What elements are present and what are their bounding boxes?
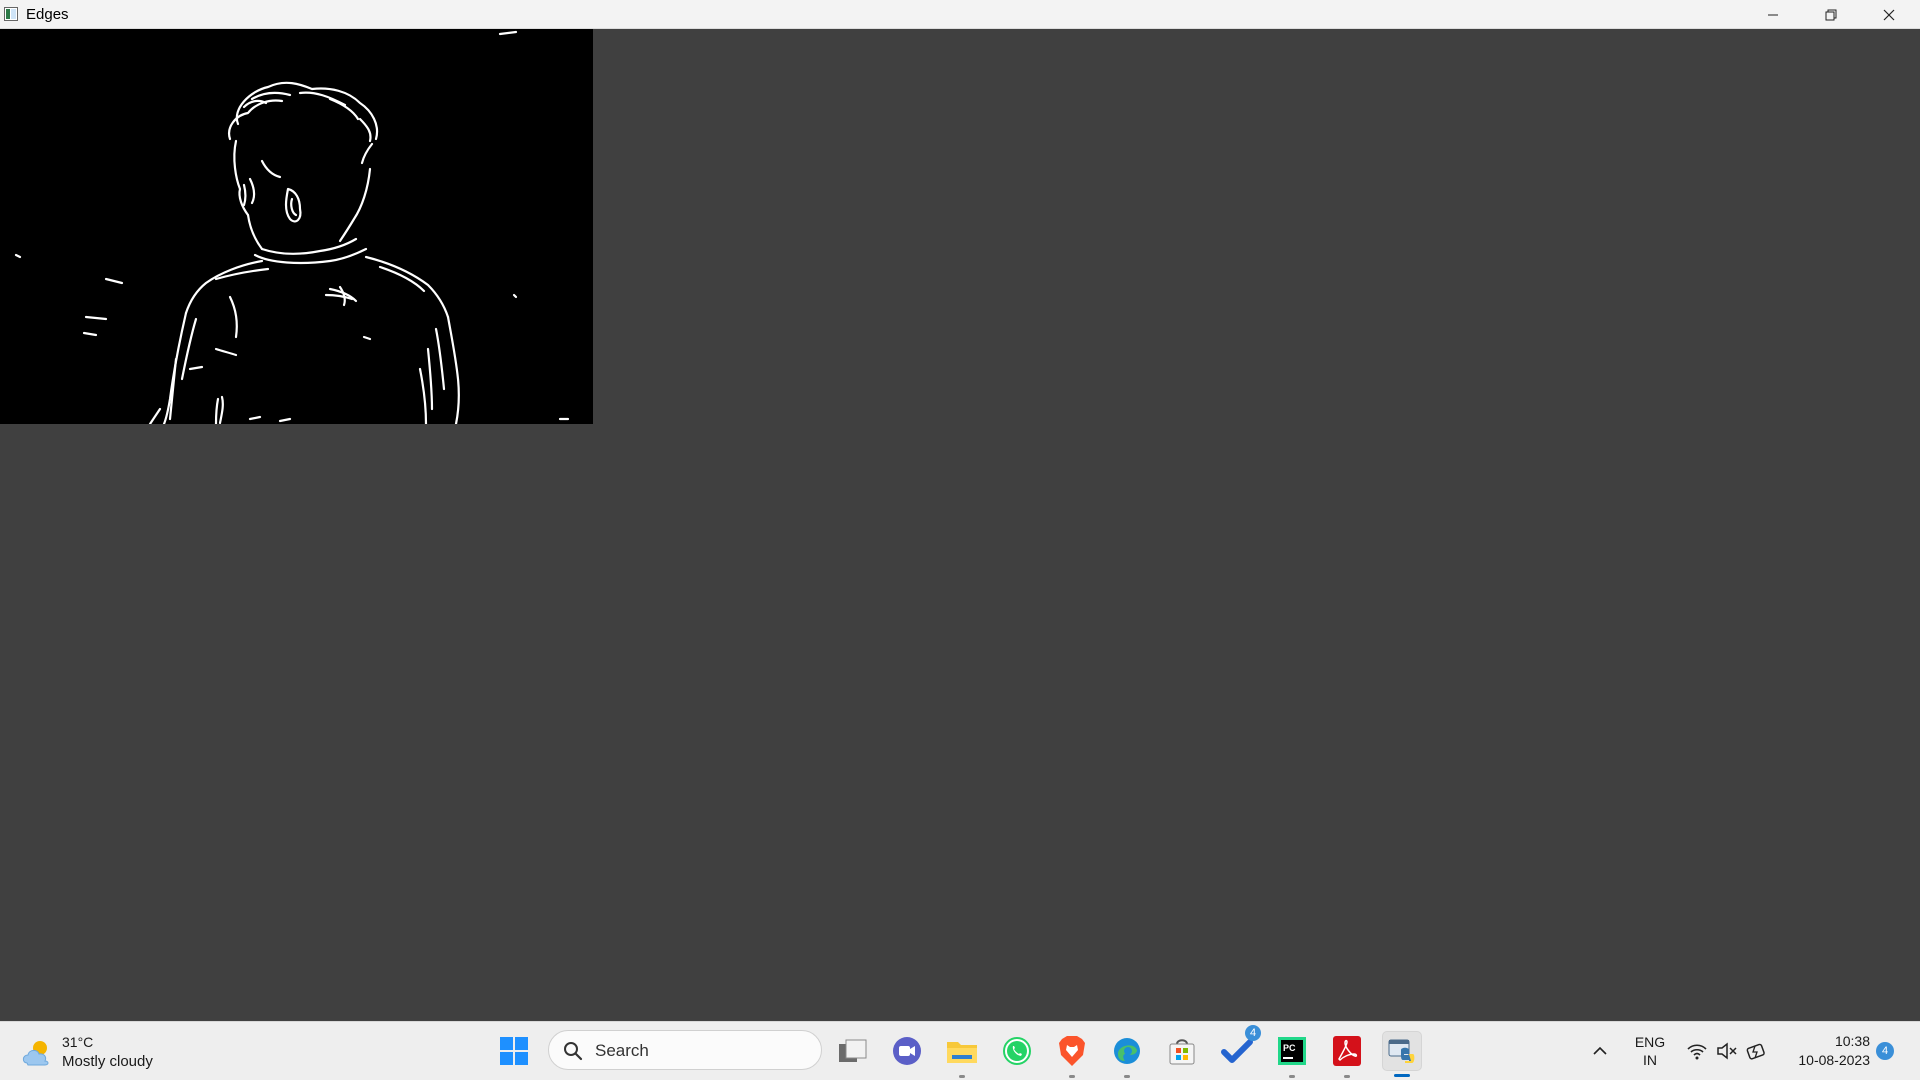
taskbar-microsoft-store[interactable]: [1162, 1031, 1202, 1071]
folder-icon: [947, 1042, 977, 1063]
window-title: Edges: [26, 6, 69, 23]
taskbar-pycharm[interactable]: PC: [1272, 1031, 1312, 1078]
weather-temperature: 31°C: [62, 1034, 94, 1050]
weather-widget[interactable]: 31°C Mostly cloudy: [20, 1030, 153, 1074]
taskbar-search-box[interactable]: Search: [548, 1030, 822, 1070]
pycharm-icon: PC: [1278, 1037, 1306, 1065]
taskbar-python[interactable]: [1382, 1031, 1422, 1077]
minimize-icon: [1768, 14, 1778, 15]
pdf-icon: [1333, 1036, 1361, 1066]
restore-button[interactable]: [1802, 0, 1860, 29]
running-indicator: [1124, 1075, 1130, 1078]
battery-icon[interactable]: [1746, 1040, 1768, 1062]
partly-cloudy-icon: [22, 1041, 49, 1066]
volume-muted-icon[interactable]: [1716, 1041, 1738, 1061]
running-indicator: [1289, 1075, 1295, 1078]
language-indicator[interactable]: ENG IN: [1630, 1033, 1670, 1069]
window-titlebar[interactable]: Edges: [0, 0, 1920, 29]
clock[interactable]: 10:38 10-08-2023: [1780, 1032, 1870, 1070]
windows-start-icon[interactable]: [498, 1035, 530, 1067]
check-icon: [1221, 1039, 1253, 1063]
minimize-button[interactable]: [1744, 0, 1802, 29]
language-line1: ENG: [1634, 1034, 1666, 1050]
python-icon: [1388, 1039, 1415, 1063]
close-icon: [1883, 9, 1895, 20]
taskbar-acrobat[interactable]: [1327, 1031, 1367, 1078]
taskbar-edge[interactable]: [1107, 1031, 1147, 1078]
wifi-icon[interactable]: [1686, 1041, 1708, 1061]
search-label: Search: [595, 1041, 649, 1060]
search-icon: [564, 1042, 583, 1061]
running-indicator: [959, 1075, 965, 1078]
edge-detection-image: [0, 29, 593, 424]
taskbar-brave[interactable]: [1052, 1031, 1092, 1078]
running-indicator: [1069, 1075, 1075, 1078]
svg-text:PC: PC: [1283, 1043, 1296, 1053]
clock-time: 10:38: [1834, 1033, 1870, 1049]
edge-icon: [1114, 1038, 1140, 1064]
taskbar-meet-now[interactable]: [887, 1031, 927, 1071]
clock-date: 10-08-2023: [1798, 1052, 1870, 1068]
notification-badge[interactable]: 4: [1876, 1042, 1894, 1060]
taskbar-whatsapp[interactable]: [997, 1031, 1037, 1071]
running-indicator: [1344, 1075, 1350, 1078]
close-button[interactable]: [1860, 0, 1918, 29]
app-window-icon: [4, 7, 18, 21]
whatsapp-icon: [1003, 1037, 1031, 1065]
chevron-up-icon[interactable]: [1592, 1044, 1608, 1058]
task-view-icon: [839, 1039, 867, 1062]
todo-badge: 4: [1245, 1025, 1261, 1041]
video-camera-icon: [893, 1037, 921, 1065]
weather-condition: Mostly cloudy: [62, 1053, 153, 1070]
restore-icon: [1825, 9, 1837, 20]
brave-lion-icon: [1059, 1036, 1085, 1066]
taskbar-todo[interactable]: 4: [1217, 1025, 1261, 1071]
store-icon: [1169, 1039, 1195, 1065]
taskbar-task-view[interactable]: [833, 1031, 873, 1071]
taskbar: 31°C Mostly cloudy Search 4 PC ENG IN 10…: [0, 1021, 1920, 1080]
running-indicator: [1394, 1074, 1410, 1077]
taskbar-file-explorer[interactable]: [942, 1031, 982, 1078]
language-line2: IN: [1643, 1052, 1657, 1068]
